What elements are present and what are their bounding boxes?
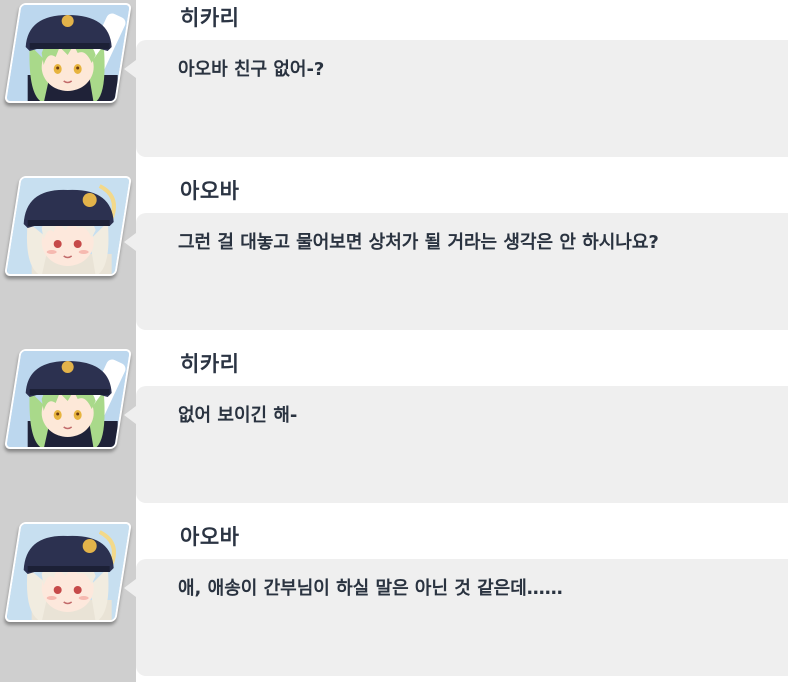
aoba-portrait bbox=[4, 176, 132, 276]
speaker-name: 아오바 bbox=[180, 179, 240, 203]
dialogue-entry: 아오바 애, 애송이 간부님이 하실 말은 아닌 것 같은데…… bbox=[0, 519, 788, 682]
aoba-portrait-art bbox=[7, 524, 132, 622]
speaker-name: 히카리 bbox=[180, 352, 240, 376]
hikari-portrait bbox=[4, 349, 132, 449]
name-bar bbox=[158, 0, 788, 40]
dialogue-entry: 히카리 아오바 친구 없어-? bbox=[0, 0, 788, 173]
name-bar bbox=[158, 173, 788, 213]
aoba-portrait-art bbox=[7, 178, 132, 276]
speaker-name: 히카리 bbox=[180, 6, 240, 30]
dialogue-line: 애, 애송이 간부님이 하실 말은 아닌 것 같은데…… bbox=[178, 578, 563, 599]
dialogue-entry: 아오바 그런 걸 대놓고 물어보면 상처가 될 거라는 생각은 안 하시나요? bbox=[0, 173, 788, 346]
aoba-portrait bbox=[4, 522, 132, 622]
dialogue-line: 그런 걸 대놓고 물어보면 상처가 될 거라는 생각은 안 하시나요? bbox=[178, 232, 659, 253]
dialogue-line: 아오바 친구 없어-? bbox=[178, 59, 325, 80]
hikari-portrait-art bbox=[7, 351, 132, 449]
dialogue-log[interactable]: 히카리 아오바 친구 없어-? 아오바 그런 걸 대놓고 물어보면 상처가 될 … bbox=[0, 0, 788, 682]
name-bar bbox=[158, 519, 788, 559]
dialogue-entry: 히카리 없어 보이긴 해- bbox=[0, 346, 788, 519]
hikari-portrait bbox=[4, 3, 132, 103]
hikari-portrait-art bbox=[7, 5, 132, 103]
name-bar bbox=[158, 346, 788, 386]
dialogue-line: 없어 보이긴 해- bbox=[178, 405, 298, 426]
speaker-name: 아오바 bbox=[180, 525, 240, 549]
